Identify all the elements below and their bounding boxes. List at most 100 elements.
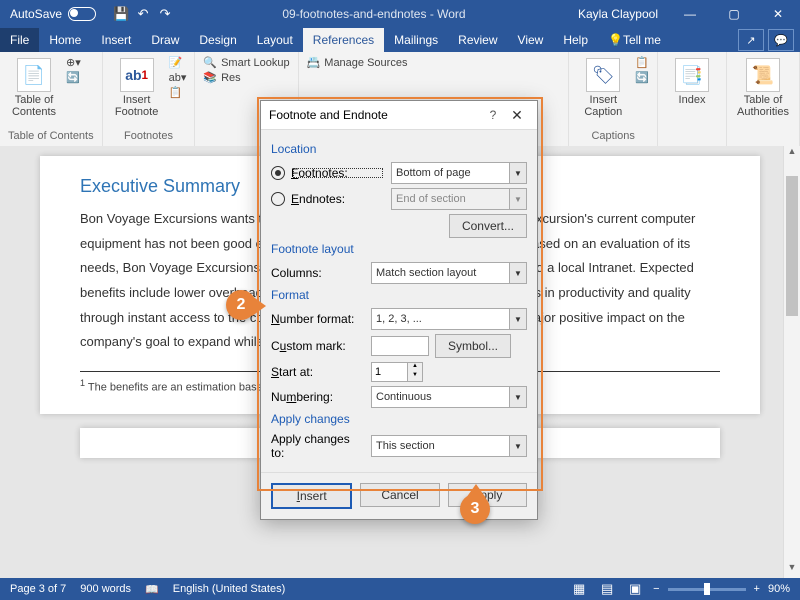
chevron-down-icon[interactable]: ▼ (509, 309, 526, 329)
spellcheck-icon[interactable]: 📖 (145, 583, 159, 596)
convert-button[interactable]: Convert... (449, 214, 527, 238)
index-button[interactable]: 📑Index (666, 56, 718, 108)
scroll-up-arrow[interactable]: ▲ (784, 146, 800, 162)
language-indicator[interactable]: English (United States) (173, 583, 286, 595)
section-location: Location (271, 142, 527, 156)
save-icon[interactable]: 💾 (112, 5, 130, 23)
add-text-button[interactable]: ⊕▾ (66, 56, 81, 69)
insert-footnote-label: Insert Footnote (115, 94, 158, 118)
numbering-label: Numbering: (271, 390, 365, 404)
redo-icon[interactable]: ↷ (156, 5, 174, 23)
spin-up[interactable]: ▲ (408, 363, 422, 372)
vertical-scrollbar[interactable]: ▲ ▼ (783, 146, 800, 578)
endnotes-radio[interactable] (271, 192, 285, 206)
tab-design[interactable]: Design (189, 28, 246, 52)
researcher-button[interactable]: 📚 Res (203, 71, 289, 84)
caption-label: Insert Caption (584, 94, 622, 118)
insert-footnote-button[interactable]: ab1Insert Footnote (111, 56, 163, 120)
scroll-thumb[interactable] (786, 176, 798, 316)
quick-access-toolbar: 💾 ↶ ↷ (106, 5, 180, 23)
chevron-down-icon[interactable]: ▼ (509, 436, 526, 456)
close-dialog-button[interactable]: ✕ (505, 107, 529, 124)
autosave-toggle[interactable]: AutoSave (0, 7, 106, 21)
print-layout-icon[interactable]: ▤ (597, 581, 617, 597)
share-button[interactable]: ↗ (738, 29, 764, 51)
web-layout-icon[interactable]: ▣ (625, 581, 645, 597)
tab-layout[interactable]: Layout (247, 28, 303, 52)
spin-down[interactable]: ▼ (408, 372, 422, 381)
insert-caption-button[interactable]: 🏷Insert Caption (577, 56, 629, 120)
scroll-down-arrow[interactable]: ▼ (784, 562, 800, 578)
table-of-authorities-button[interactable]: 📜Table of Authorities (735, 56, 791, 120)
footnotes-label[interactable]: Footnotes: (291, 166, 385, 180)
group-label-toc: Table of Contents (8, 128, 94, 142)
start-at-label: Start at: (271, 365, 365, 379)
caption-opt1[interactable]: 📋 (635, 56, 649, 69)
dialog-title: Footnote and Endnote (269, 108, 481, 122)
tab-home[interactable]: Home (39, 28, 91, 52)
tab-mailings[interactable]: Mailings (384, 28, 448, 52)
group-label-captions: Captions (577, 128, 649, 142)
manage-sources-button[interactable]: 📇 Manage Sources (307, 56, 408, 69)
insert-endnote-button[interactable]: 📝 (169, 56, 187, 69)
user-name[interactable]: Kayla Claypool (568, 7, 668, 21)
undo-icon[interactable]: ↶ (134, 5, 152, 23)
chevron-down-icon[interactable]: ▼ (509, 163, 526, 183)
title-bar: AutoSave 💾 ↶ ↷ 09-footnotes-and-endnotes… (0, 0, 800, 28)
symbol-button[interactable]: Symbol... (435, 334, 511, 358)
chevron-down-icon[interactable]: ▼ (509, 387, 526, 407)
autosave-label: AutoSave (10, 7, 62, 21)
update-table-button[interactable]: 🔄 (66, 71, 81, 84)
start-at-spinner[interactable]: 1▲▼ (371, 362, 423, 382)
numbering-combo[interactable]: Continuous▼ (371, 386, 527, 408)
footnotes-radio[interactable] (271, 166, 285, 180)
close-button[interactable]: ✕ (756, 0, 800, 28)
tab-draw[interactable]: Draw (141, 28, 189, 52)
comments-button[interactable]: 💬 (768, 29, 794, 51)
tell-me[interactable]: 💡 Tell me (598, 28, 671, 52)
callout-2: 2 (226, 290, 256, 320)
zoom-slider[interactable] (668, 588, 746, 591)
maximize-button[interactable]: ▢ (712, 0, 756, 28)
endnotes-label[interactable]: Endnotes: (291, 192, 385, 206)
insert-button[interactable]: Insert (271, 483, 352, 509)
minimize-button[interactable]: — (668, 0, 712, 28)
number-format-combo[interactable]: 1, 2, 3, ...▼ (371, 308, 527, 330)
footnotes-location-combo[interactable]: Bottom of page▼ (391, 162, 527, 184)
window-buttons: — ▢ ✕ (668, 0, 800, 28)
caption-opt2[interactable]: 🔄 (635, 71, 649, 84)
toc-label: Table of Contents (12, 94, 56, 118)
show-notes-button[interactable]: 📋 (169, 86, 187, 99)
tab-help[interactable]: Help (553, 28, 598, 52)
zoom-in-button[interactable]: + (754, 583, 760, 595)
chevron-down-icon[interactable]: ▼ (509, 263, 526, 283)
callout-3: 3 (460, 494, 490, 524)
next-footnote-button[interactable]: ab▾ (169, 71, 187, 84)
tab-references[interactable]: References (303, 28, 384, 52)
tab-review[interactable]: Review (448, 28, 507, 52)
table-of-contents-button[interactable]: 📄Table of Contents (8, 56, 60, 120)
page-indicator[interactable]: Page 3 of 7 (10, 583, 66, 595)
group-captions: 🏷Insert Caption 📋 🔄 Captions (569, 52, 658, 146)
read-mode-icon[interactable]: ▦ (569, 581, 589, 597)
tab-view[interactable]: View (508, 28, 554, 52)
dialog-footer: Insert Cancel Apply (261, 472, 537, 519)
help-button[interactable]: ? (481, 108, 505, 122)
columns-combo[interactable]: Match section layout▼ (371, 262, 527, 284)
word-count[interactable]: 900 words (80, 583, 131, 595)
apply-to-combo[interactable]: This section▼ (371, 435, 527, 457)
zoom-out-button[interactable]: − (653, 583, 659, 595)
smart-lookup-button[interactable]: 🔍 Smart Lookup (203, 56, 289, 69)
tab-insert[interactable]: Insert (91, 28, 141, 52)
group-label-footnotes: Footnotes (111, 128, 187, 142)
tab-file[interactable]: File (0, 28, 39, 52)
tell-me-label: Tell me (623, 33, 661, 47)
group-toa: 📜Table of Authorities (727, 52, 800, 146)
toggle-switch[interactable] (68, 7, 96, 21)
custom-mark-input[interactable] (371, 336, 429, 356)
group-index: 📑Index (658, 52, 727, 146)
cancel-button[interactable]: Cancel (360, 483, 439, 507)
zoom-level[interactable]: 90% (768, 583, 790, 595)
dialog-titlebar[interactable]: Footnote and Endnote ? ✕ (261, 101, 537, 130)
index-icon: 📑 (675, 58, 709, 92)
